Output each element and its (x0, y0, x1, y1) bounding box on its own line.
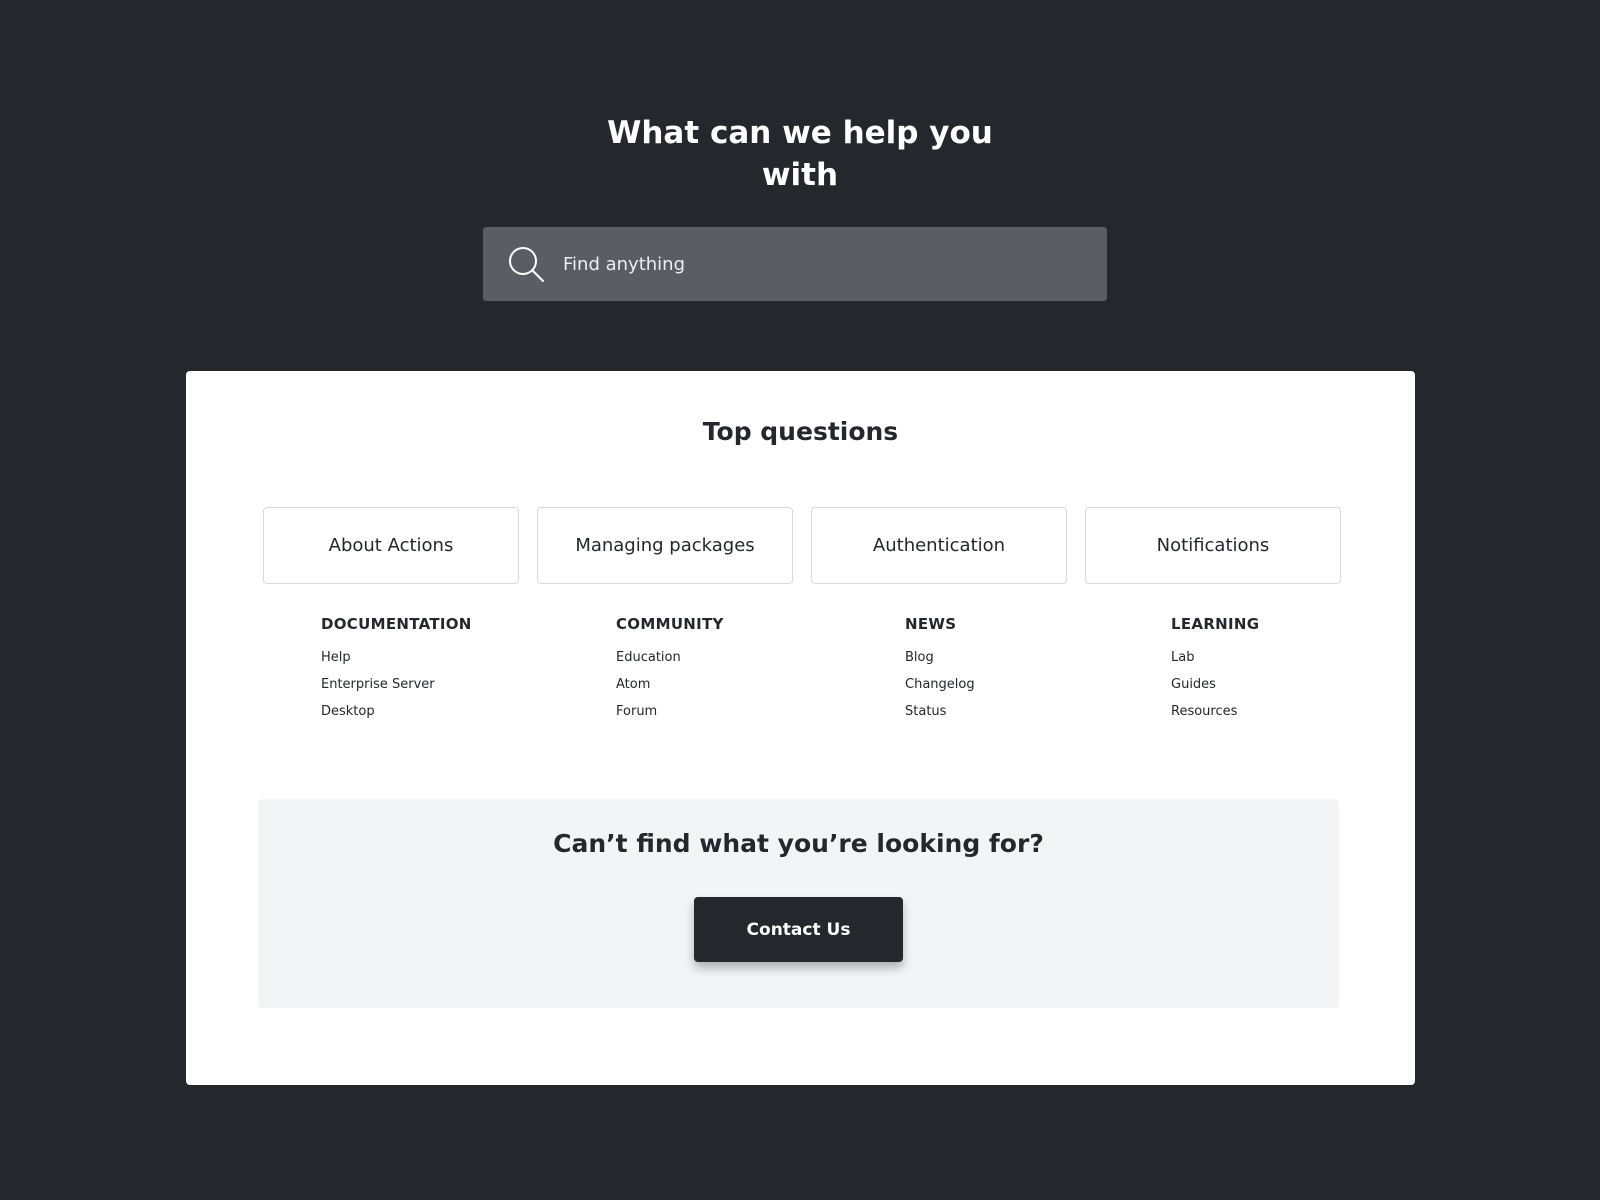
topic-notifications[interactable]: Notifications (1085, 507, 1341, 584)
search-input[interactable] (563, 227, 1083, 301)
link-resources[interactable]: Resources (1171, 704, 1259, 720)
column-heading: COMMUNITY (616, 615, 724, 633)
column-heading: DOCUMENTATION (321, 615, 472, 633)
link-status[interactable]: Status (905, 704, 975, 720)
news-column: NEWS Blog Changelog Status (905, 615, 975, 731)
search-icon (507, 245, 545, 283)
column-heading: NEWS (905, 615, 957, 633)
link-atom[interactable]: Atom (616, 677, 724, 693)
link-blog[interactable]: Blog (905, 650, 975, 666)
contact-us-button[interactable]: Contact Us (694, 897, 903, 962)
topic-about-actions[interactable]: About Actions (263, 507, 519, 584)
link-guides[interactable]: Guides (1171, 677, 1259, 693)
column-heading: LEARNING (1171, 615, 1260, 633)
link-lab[interactable]: Lab (1171, 650, 1259, 666)
link-desktop[interactable]: Desktop (321, 704, 472, 720)
contact-panel: Can’t find what you’re looking for? Cont… (258, 799, 1339, 1008)
top-questions-title: Top questions (702, 417, 899, 446)
hero-title-line-1: What can we help you (607, 115, 993, 151)
topic-authentication[interactable]: Authentication (811, 507, 1067, 584)
link-enterprise-server[interactable]: Enterprise Server (321, 677, 472, 693)
learning-column: LEARNING Lab Guides Resources (1171, 615, 1259, 731)
link-education[interactable]: Education (616, 650, 724, 666)
community-column: COMMUNITY Education Atom Forum (616, 615, 724, 731)
documentation-column: DOCUMENTATION Help Enterprise Server Des… (321, 615, 472, 731)
link-help[interactable]: Help (321, 650, 472, 666)
hero-title: What can we help you with (0, 112, 1600, 196)
link-changelog[interactable]: Changelog (905, 677, 975, 693)
search-box[interactable] (483, 227, 1107, 301)
topic-managing-packages[interactable]: Managing packages (537, 507, 793, 584)
help-card: Top questions About Actions Managing pac… (186, 371, 1415, 1085)
hero-title-line-2: with (761, 157, 839, 193)
link-forum[interactable]: Forum (616, 704, 724, 720)
contact-panel-title: Can’t find what you’re looking for? (553, 829, 1044, 858)
